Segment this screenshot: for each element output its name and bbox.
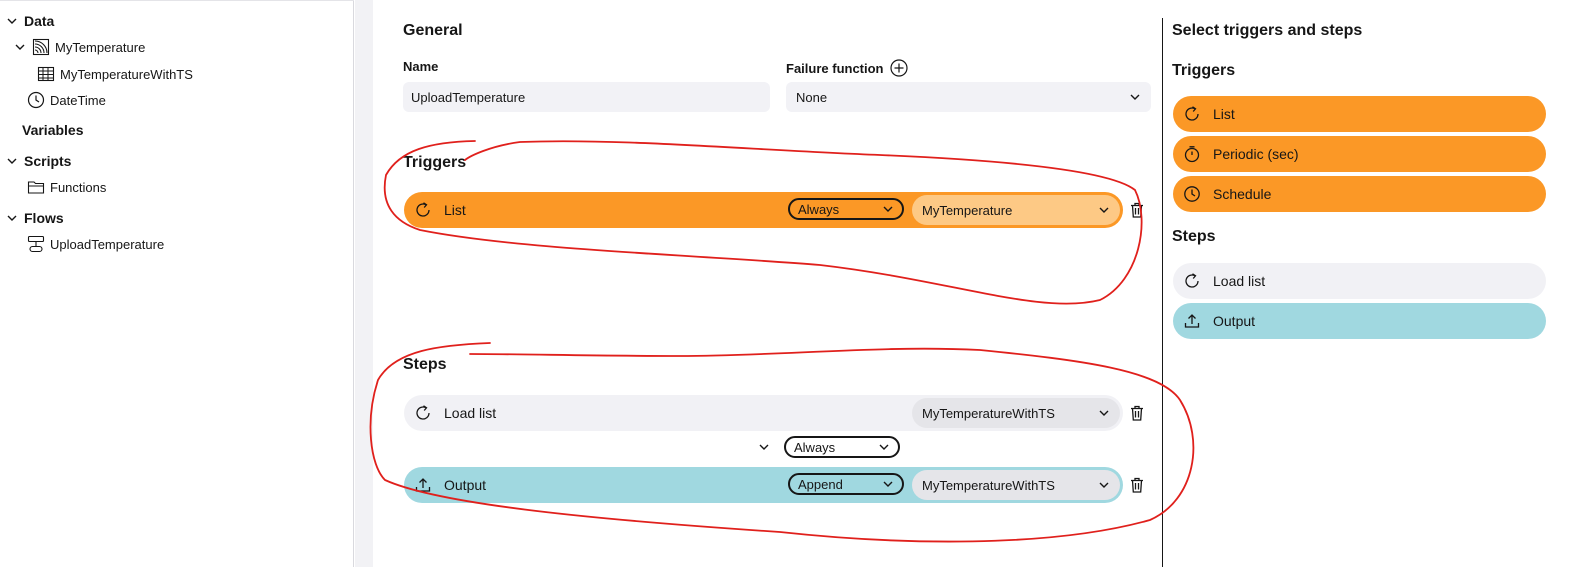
step-label: Load list [444, 405, 497, 421]
trash-icon[interactable] [1128, 404, 1146, 422]
upload-icon [1184, 314, 1200, 328]
name-label-text: Name [403, 59, 439, 74]
upload-icon [415, 478, 431, 492]
step-source-value: MyTemperatureWithTS [922, 405, 1055, 421]
clock-icon [27, 91, 45, 109]
trigger-list-row[interactable]: List Always MyTemperature [404, 192, 1123, 228]
folder-icon [27, 181, 45, 194]
step-target-select[interactable]: MyTemperatureWithTS [912, 470, 1120, 500]
chevron-down-icon [883, 481, 893, 487]
refresh-icon [1185, 273, 1199, 288]
chevron-down-icon [1099, 482, 1109, 488]
refresh-icon [416, 202, 430, 217]
step-output-row[interactable]: Output Append MyTemperatureWithTS [404, 467, 1123, 503]
trash-icon[interactable] [1128, 476, 1146, 494]
step-target-value: MyTemperatureWithTS [922, 477, 1055, 493]
tree-item-label: DateTime [50, 92, 106, 108]
tree-group-label: Flows [24, 210, 64, 226]
palette-steps-heading: Steps [1172, 228, 1216, 245]
general-heading: General [403, 22, 463, 39]
trigger-condition-select[interactable]: Always [788, 198, 904, 220]
chevron-down-icon [1130, 94, 1140, 100]
triggers-heading: Triggers [403, 154, 467, 171]
chevron-down-icon[interactable] [6, 212, 18, 224]
step-connector-condition-value: Always [794, 439, 836, 455]
chevron-down-icon[interactable] [758, 441, 770, 453]
failure-function-label-text: Failure function [786, 60, 884, 76]
palette-step-load-list[interactable]: Load list [1173, 263, 1546, 299]
tree-item-datetime[interactable]: DateTime [27, 90, 106, 110]
tree-item-label: UploadTemperature [50, 236, 165, 252]
palette-trigger-periodic[interactable]: Periodic (sec) [1173, 136, 1546, 172]
chevron-down-icon [879, 444, 889, 450]
step-load-list-row[interactable]: Load list MyTemperatureWithTS [404, 395, 1123, 431]
tree-group-label: Data [24, 13, 55, 29]
divider [0, 0, 354, 1]
step-label: Output [444, 477, 487, 493]
tree-item-label: Functions [50, 179, 107, 195]
palette-trigger-list[interactable]: List [1173, 96, 1546, 132]
name-label: Name [403, 59, 438, 74]
tree-group-label: Scripts [24, 153, 72, 169]
palette-item-label: Periodic (sec) [1213, 146, 1299, 162]
chevron-down-icon[interactable] [14, 41, 26, 53]
tree-item-functions[interactable]: Functions [27, 177, 106, 197]
failure-function-label: Failure function [786, 59, 908, 77]
chevron-down-icon[interactable] [6, 15, 18, 27]
step-connector-condition-select[interactable]: Always [784, 436, 900, 458]
palette-item-label: Output [1213, 313, 1256, 329]
palette-item-label: Load list [1213, 273, 1266, 289]
failure-function-value: None [796, 89, 828, 105]
name-input[interactable]: UploadTemperature [403, 82, 770, 112]
tree-group-scripts[interactable]: Scripts [6, 151, 71, 171]
table-icon [37, 66, 55, 82]
palette-item-label: Schedule [1213, 186, 1272, 202]
tree-group-label: Variables [22, 122, 84, 138]
tree-group-data[interactable]: Data [6, 11, 54, 31]
palette-step-output[interactable]: Output [1173, 303, 1546, 339]
step-output-mode-value: Append [798, 476, 843, 492]
refresh-icon [416, 405, 430, 420]
flow-editor: General Name UploadTemperature Failure f… [373, 0, 1162, 567]
failure-function-select[interactable]: None [786, 82, 1151, 112]
tree-item-label: MyTemperature [55, 39, 146, 55]
data-feed-icon [32, 38, 50, 56]
tree-item-label: MyTemperatureWithTS [60, 66, 193, 82]
palette-title: Select triggers and steps [1172, 22, 1363, 39]
trigger-source-value: MyTemperature [922, 202, 1013, 218]
plus-circle-icon[interactable] [889, 59, 908, 77]
chevron-down-icon [1099, 410, 1109, 416]
tree-group-flows[interactable]: Flows [6, 208, 64, 228]
tree-item-upload-temperature[interactable]: UploadTemperature [27, 234, 164, 254]
tree-item-my-temperature-with-ts[interactable]: MyTemperatureWithTS [37, 64, 193, 84]
flow-icon [27, 235, 45, 253]
trigger-condition-value: Always [798, 201, 840, 217]
clock-icon [1184, 186, 1200, 202]
name-input-value: UploadTemperature [411, 89, 526, 105]
navigation-tree: Data MyTemperature MyTemperatureWithTS D… [0, 0, 354, 567]
panel-gutter [355, 0, 373, 567]
chevron-down-icon [883, 206, 893, 212]
palette-trigger-schedule[interactable]: Schedule [1173, 176, 1546, 212]
tree-group-variables[interactable]: Variables [22, 120, 84, 140]
steps-heading: Steps [403, 356, 447, 373]
chevron-down-icon[interactable] [6, 155, 18, 167]
palette-triggers-heading: Triggers [1172, 62, 1236, 79]
timer-icon [1184, 146, 1200, 163]
step-source-select[interactable]: MyTemperatureWithTS [912, 398, 1120, 428]
tree-item-my-temperature[interactable]: MyTemperature [14, 37, 145, 57]
trash-icon[interactable] [1128, 201, 1146, 219]
trigger-step-palette: Select triggers and steps Triggers List … [1163, 0, 1583, 567]
trigger-source-select[interactable]: MyTemperature [912, 195, 1120, 225]
chevron-down-icon [1099, 207, 1109, 213]
refresh-icon [1185, 106, 1199, 121]
step-output-mode-select[interactable]: Append [788, 473, 904, 495]
palette-item-label: List [1213, 106, 1235, 122]
trigger-label: List [444, 202, 466, 218]
